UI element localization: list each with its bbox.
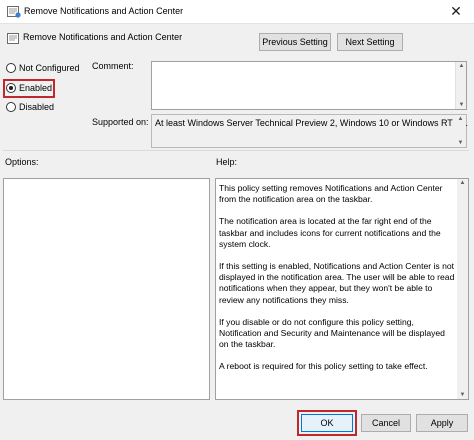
ok-button[interactable]: OK	[301, 414, 353, 432]
radio-circle[interactable]	[6, 63, 16, 73]
help-text: This policy setting removes Notification…	[219, 183, 456, 384]
scroll-up-icon[interactable]: ▲	[456, 63, 467, 69]
radio-label: Not Configured	[19, 63, 80, 73]
policy-setting-icon	[7, 33, 19, 44]
supported-value: At least Windows Server Technical Previe…	[155, 118, 468, 128]
options-pane	[3, 178, 210, 400]
help-paragraph: The notification area is located at the …	[219, 216, 441, 249]
help-scrollbar[interactable]: ▲ ▼	[457, 179, 468, 399]
comment-label: Comment:	[92, 61, 134, 71]
divider	[3, 150, 469, 151]
help-paragraph: This policy setting removes Notification…	[219, 183, 443, 205]
radio-disabled[interactable]: Disabled	[6, 102, 54, 112]
enabled-highlight-box	[3, 79, 55, 98]
setting-name: Remove Notifications and Action Center	[23, 32, 183, 42]
help-label: Help:	[216, 157, 238, 167]
scroll-up-icon[interactable]: ▲	[455, 116, 466, 122]
cancel-button[interactable]: Cancel	[361, 414, 411, 432]
supported-label: Supported on:	[92, 117, 149, 127]
supported-scrollbar[interactable]: ▲ ▼	[455, 115, 466, 147]
help-paragraph: A reboot is required for this policy set…	[219, 361, 428, 372]
window-title: Remove Notifications and Action Center	[24, 6, 184, 16]
radio-not-configured[interactable]: Not Configured	[6, 63, 80, 73]
previous-setting-button[interactable]: Previous Setting	[259, 33, 331, 51]
help-paragraph: If this setting is enabled, Notification…	[219, 261, 455, 305]
radio-label: Disabled	[19, 102, 55, 112]
scroll-down-icon[interactable]: ▼	[456, 102, 467, 108]
policy-icon	[7, 6, 21, 18]
comment-textarea[interactable]	[151, 61, 467, 110]
next-setting-button[interactable]: Next Setting	[337, 33, 403, 51]
scroll-down-icon[interactable]: ▼	[455, 140, 466, 146]
comment-scrollbar[interactable]: ▲ ▼	[455, 62, 466, 109]
scroll-down-icon[interactable]: ▼	[457, 392, 468, 398]
radio-circle[interactable]	[6, 102, 16, 112]
apply-button[interactable]: Apply	[416, 414, 468, 432]
options-label: Options:	[5, 157, 39, 167]
close-button[interactable]: ✕	[442, 1, 470, 22]
scroll-up-icon[interactable]: ▲	[457, 180, 468, 186]
help-paragraph: If you disable or do not configure this …	[219, 316, 445, 350]
